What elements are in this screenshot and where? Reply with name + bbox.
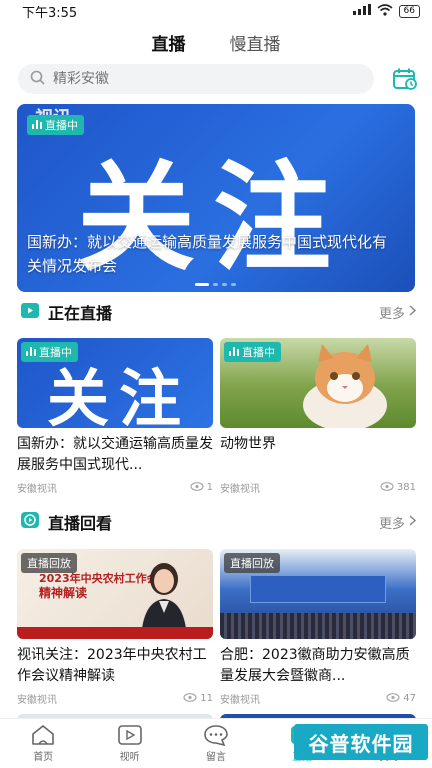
view-count: 47 [386,691,416,706]
live-section-label: 正在直播 [48,304,113,323]
view-count: 1 [190,480,213,495]
replay-section-title: 直播回看 [20,510,112,534]
signal-icon [352,4,371,18]
live-badge: 直播中 [27,115,84,135]
view-count-value: 1 [206,482,213,493]
tab-slow-live-label: 慢直播 [229,35,281,55]
card-meta: 安徽视讯 11 [17,691,213,706]
live-badge-label: 直播中 [242,346,275,359]
search-icon [30,70,45,89]
replay-card-thumbnail[interactable]: 2023年中央农村工作会议 精神解读 直播回放 [17,549,213,639]
nav-home-label: 首页 [33,752,54,763]
replay-card-title: 合肥：2023徽商助力安徽高质量发展大会暨徽商... [220,647,410,684]
status-time: 下午3:55 [22,5,78,21]
bar-chart-icon [229,346,239,359]
card-meta: 安徽视讯 381 [220,480,416,495]
nav-message-label: 留言 [205,752,226,763]
calendar-button[interactable] [392,67,418,91]
card-meta: 安徽视讯 1 [17,480,213,495]
live-card-title: 动物世界 [220,436,276,452]
play-icon [117,724,143,746]
search-box[interactable] [18,64,374,94]
eye-icon [386,692,400,705]
card-source: 安徽视讯 [220,484,260,495]
replay-card[interactable]: 直播回放 合肥：2023徽商助力安徽高质量发展大会暨徽商... 安徽视讯 47 [220,549,416,706]
replay-icon [20,511,40,533]
carousel-dot[interactable] [231,283,236,286]
replay-card[interactable]: 2023年中央农村工作会议 精神解读 直播回放 视讯关注：2023年中央农村工作… [17,549,213,706]
view-count-value: 381 [396,482,416,493]
wifi-icon [377,3,393,19]
replay-section-label: 直播回看 [48,514,113,533]
eye-icon [190,481,204,494]
carousel-dot[interactable] [222,283,227,286]
card-source: 安徽视讯 [17,484,57,495]
live-card-thumbnail[interactable]: 关注 直播中 [17,338,213,428]
card-source: 安徽视讯 [17,695,57,706]
chevron-right-icon [409,304,417,320]
chevron-right-icon [409,514,417,530]
more-label: 更多 [378,516,405,532]
more-label: 更多 [378,306,405,322]
featured-banner[interactable]: 视讯 关注 直播中 国新办：就以交通运输高质量发展服务中国式现代化有关情况发布会 [17,104,415,292]
card-source: 安徽视讯 [220,695,260,706]
live-card-thumbnail[interactable]: 直播中 [220,338,416,428]
live-section-title: 正在直播 [20,300,112,324]
bar-chart-icon [32,119,42,132]
eye-icon [380,481,394,494]
live-badge-label: 直播中 [39,346,72,359]
view-count-value: 11 [200,693,213,704]
carousel-dot[interactable] [213,283,218,286]
live-badge: 直播中 [224,342,281,362]
battery-indicator: 66 [398,4,420,18]
tab-live[interactable]: 直播 [152,30,186,60]
carousel-dot-active[interactable] [195,283,209,286]
card-meta: 安徽视讯 47 [220,691,416,706]
status-icons: 66 [352,3,420,19]
nav-message[interactable]: 留言 [186,724,246,763]
tab-slow-live[interactable]: 慢直播 [230,30,281,60]
stage-screen [250,575,386,603]
live-card[interactable]: 关注 直播中 国新办：就以交通运输高质量发展服务中国式现代... 安徽视讯 1 [17,338,213,495]
carousel-indicator [195,283,236,286]
bar-chart-icon [26,346,36,359]
tab-live-label: 直播 [151,35,186,55]
live-more-link[interactable]: 更多 [378,303,417,322]
search-input[interactable] [53,71,333,87]
live-badge-label: 直播中 [45,119,78,132]
live-card[interactable]: 直播中 动物世界 安徽视讯 381 [220,338,416,495]
banner-caption: 国新办：就以交通运输高质量发展服务中国式现代化有关情况发布会 [27,233,388,275]
view-count: 11 [183,691,213,706]
eye-icon [183,692,197,705]
message-icon [203,724,229,747]
home-icon [30,724,56,746]
search-row [18,64,418,94]
thumbnail-footer-bar [17,627,213,639]
live-badge: 直播中 [21,342,78,362]
nav-home[interactable]: 首页 [13,724,73,763]
live-card-title: 国新办：就以交通运输高质量发展服务中国式现代... [17,436,213,473]
nav-video[interactable]: 视听 [100,724,160,763]
audience-rows [220,613,416,639]
status-bar: 下午3:55 66 [0,0,432,22]
replay-section-header: 直播回看 更多 [20,510,417,534]
replay-more-link[interactable]: 更多 [378,513,417,532]
cat-photo [303,344,387,428]
replay-card-title: 视讯关注：2023年中央农村工作会议精神解读 [17,647,207,684]
replay-card-thumbnail[interactable]: 直播回放 [220,549,416,639]
nav-video-label: 视听 [119,752,140,763]
view-count: 381 [380,480,416,495]
live-section-header: 正在直播 更多 [20,300,417,324]
replay-badge: 直播回放 [21,553,77,573]
calendar-icon [392,68,418,95]
top-tabs: 直播 慢直播 [0,30,432,60]
tv-icon [20,301,40,323]
replay-badge: 直播回放 [224,553,280,573]
view-count-value: 47 [403,693,416,704]
watermark-logo: 谷普软件园 [294,724,428,760]
